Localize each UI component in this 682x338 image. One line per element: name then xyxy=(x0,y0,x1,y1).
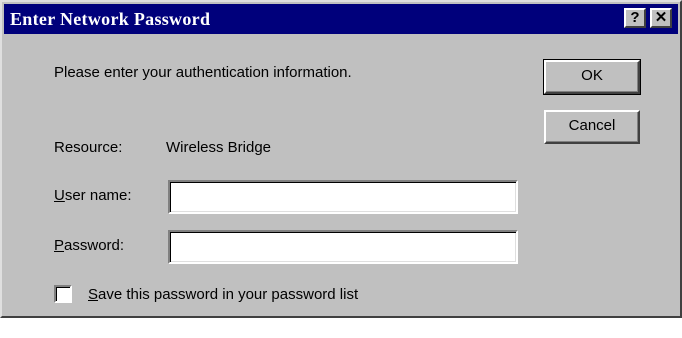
password-input[interactable] xyxy=(168,230,518,264)
close-button[interactable]: ✕ xyxy=(650,8,672,28)
resource-label: Resource: xyxy=(54,139,123,156)
resource-value: Wireless Bridge xyxy=(166,139,272,156)
prompt-text: Please enter your authentication informa… xyxy=(54,64,352,81)
password-label-accesskey: P xyxy=(54,237,65,254)
help-button[interactable]: ? xyxy=(624,8,646,28)
password-label-text: assword: xyxy=(64,237,125,254)
title-bar[interactable]: Enter Network Password ? ✕ xyxy=(4,4,678,34)
close-icon: ✕ xyxy=(654,9,668,26)
save-password-accesskey: S xyxy=(88,286,99,303)
username-label: User name: xyxy=(54,187,132,204)
password-label: Password: xyxy=(54,237,124,254)
username-input[interactable] xyxy=(168,180,518,214)
username-label-text: ser name: xyxy=(64,187,132,204)
dialog-title: Enter Network Password xyxy=(10,9,211,29)
ok-button[interactable]: OK xyxy=(543,59,641,95)
save-password-checkbox[interactable] xyxy=(54,285,72,303)
username-label-accesskey: U xyxy=(54,187,65,204)
network-password-dialog: Enter Network Password ? ✕ Please enter … xyxy=(0,0,682,318)
save-password-text: ave this password in your password list xyxy=(98,286,359,303)
cancel-button[interactable]: Cancel xyxy=(544,110,640,144)
save-password-label[interactable]: Save this password in your password list xyxy=(88,286,358,303)
help-icon: ? xyxy=(630,9,640,26)
